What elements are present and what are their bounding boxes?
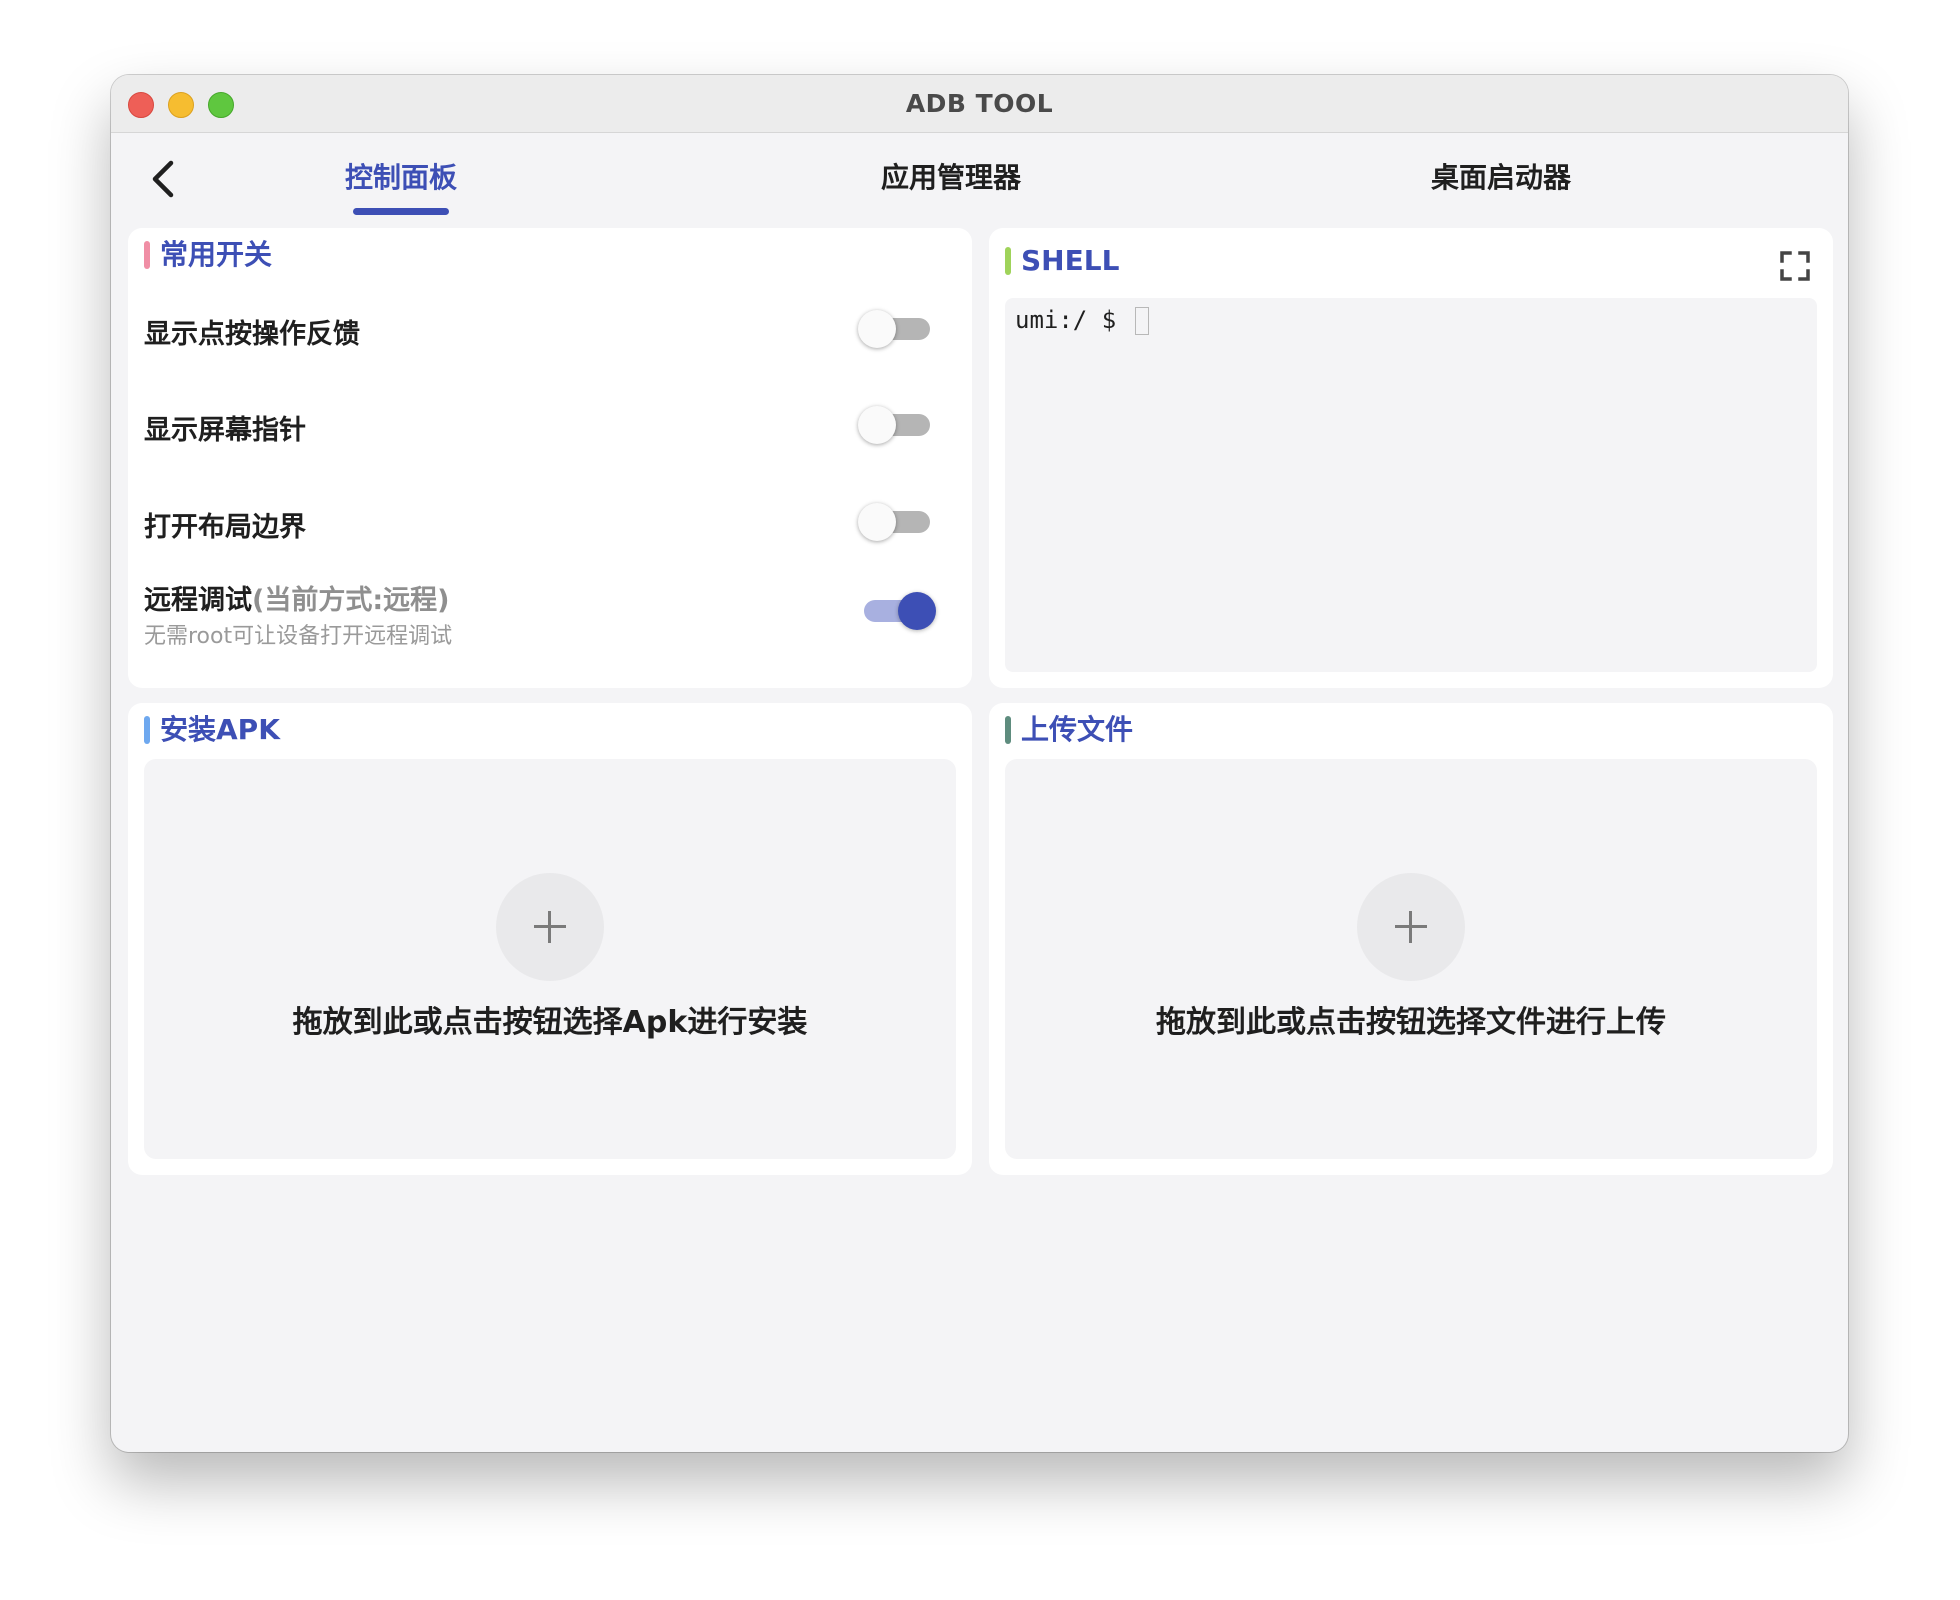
switch-thumb [858, 503, 896, 541]
card-title: 安装APK [144, 713, 280, 747]
shell-card: SHELL umi:/ $ [989, 228, 1833, 688]
apk-drop-hint: 拖放到此或点击按钮选择Apk进行安装 [292, 1005, 808, 1040]
switch-thumb [898, 592, 936, 630]
setting-row-remote-debug: 远程调试(当前方式:远程) 无需root可让设备打开远程调试 [144, 578, 942, 658]
setting-row-pointer-location: 显示屏幕指针 [144, 404, 942, 450]
accent-bar [1005, 247, 1011, 275]
shell-title: SHELL [1021, 244, 1120, 277]
install-apk-title: 安装APK [160, 713, 280, 746]
setting-subtitle: 无需root可让设备打开远程调试 [144, 624, 453, 649]
tab-desktop-launcher-label: 桌面启动器 [1430, 161, 1571, 194]
tab-app-manager-label: 应用管理器 [880, 161, 1021, 194]
terminal-cursor [1134, 307, 1149, 335]
setting-label: 打开布局边界 [144, 512, 306, 543]
common-switches-card: 常用开关 显示点按操作反馈 显示屏幕指针 打开布局边界 远程调试(当前方式:远程… [128, 228, 972, 688]
setting-row-touch-feedback: 显示点按操作反馈 [144, 308, 942, 354]
terminal-prompt: umi:/ $ [1015, 306, 1131, 334]
install-apk-card: 安装APK 拖放到此或点击按钮选择Apk进行安装 [128, 703, 972, 1175]
apk-dropzone[interactable]: 拖放到此或点击按钮选择Apk进行安装 [144, 759, 956, 1159]
back-button[interactable] [143, 157, 187, 201]
select-apk-button[interactable] [496, 873, 604, 981]
select-file-button[interactable] [1357, 873, 1465, 981]
plus-icon [1409, 911, 1412, 943]
plus-icon [548, 911, 551, 943]
touch-feedback-switch[interactable] [858, 308, 930, 348]
window-title: ADB TOOL [905, 89, 1054, 118]
app-window: ADB TOOL 控制面板 应用管理器 桌面启动器 常用开关 显示点按操作反馈 [111, 75, 1848, 1452]
shell-terminal[interactable]: umi:/ $ [1005, 298, 1817, 672]
tab-app-manager[interactable]: 应用管理器 [851, 133, 1051, 223]
switch-thumb [858, 310, 896, 348]
setting-label: 远程调试(当前方式:远程) [144, 578, 449, 617]
title-bar: ADB TOOL [111, 75, 1848, 133]
accent-bar [1005, 716, 1011, 744]
card-title: SHELL [1005, 244, 1119, 278]
pointer-location-switch[interactable] [858, 404, 930, 444]
remote-debug-mode: (当前方式:远程) [252, 585, 450, 616]
upload-file-card: 上传文件 拖放到此或点击按钮选择文件进行上传 [989, 703, 1833, 1175]
common-switches-title: 常用开关 [160, 238, 273, 271]
setting-label: 显示点按操作反馈 [144, 319, 360, 350]
switch-thumb [858, 406, 896, 444]
tab-control-panel-label: 控制面板 [344, 161, 457, 194]
fullscreen-icon [1780, 251, 1810, 281]
card-title: 上传文件 [1005, 713, 1133, 747]
upload-file-title: 上传文件 [1021, 713, 1134, 746]
remote-debug-label: 远程调试 [144, 585, 252, 616]
tab-control-panel[interactable]: 控制面板 [321, 133, 481, 223]
card-title: 常用开关 [144, 238, 272, 272]
fullscreen-button[interactable] [1779, 250, 1811, 282]
accent-bar [144, 716, 150, 744]
tab-desktop-launcher[interactable]: 桌面启动器 [1401, 133, 1601, 223]
setting-label: 显示屏幕指针 [144, 415, 306, 446]
file-dropzone[interactable]: 拖放到此或点击按钮选择文件进行上传 [1005, 759, 1817, 1159]
remote-debug-switch[interactable] [864, 590, 936, 630]
chevron-left-icon [152, 160, 174, 198]
active-tab-indicator [353, 208, 449, 215]
top-navigation: 控制面板 应用管理器 桌面启动器 [111, 133, 1848, 223]
file-drop-hint: 拖放到此或点击按钮选择文件进行上传 [1156, 1005, 1666, 1040]
setting-row-layout-bounds: 打开布局边界 [144, 501, 942, 547]
accent-bar [144, 241, 150, 269]
layout-bounds-switch[interactable] [858, 501, 930, 541]
terminal-line: umi:/ $ [1015, 306, 1149, 335]
